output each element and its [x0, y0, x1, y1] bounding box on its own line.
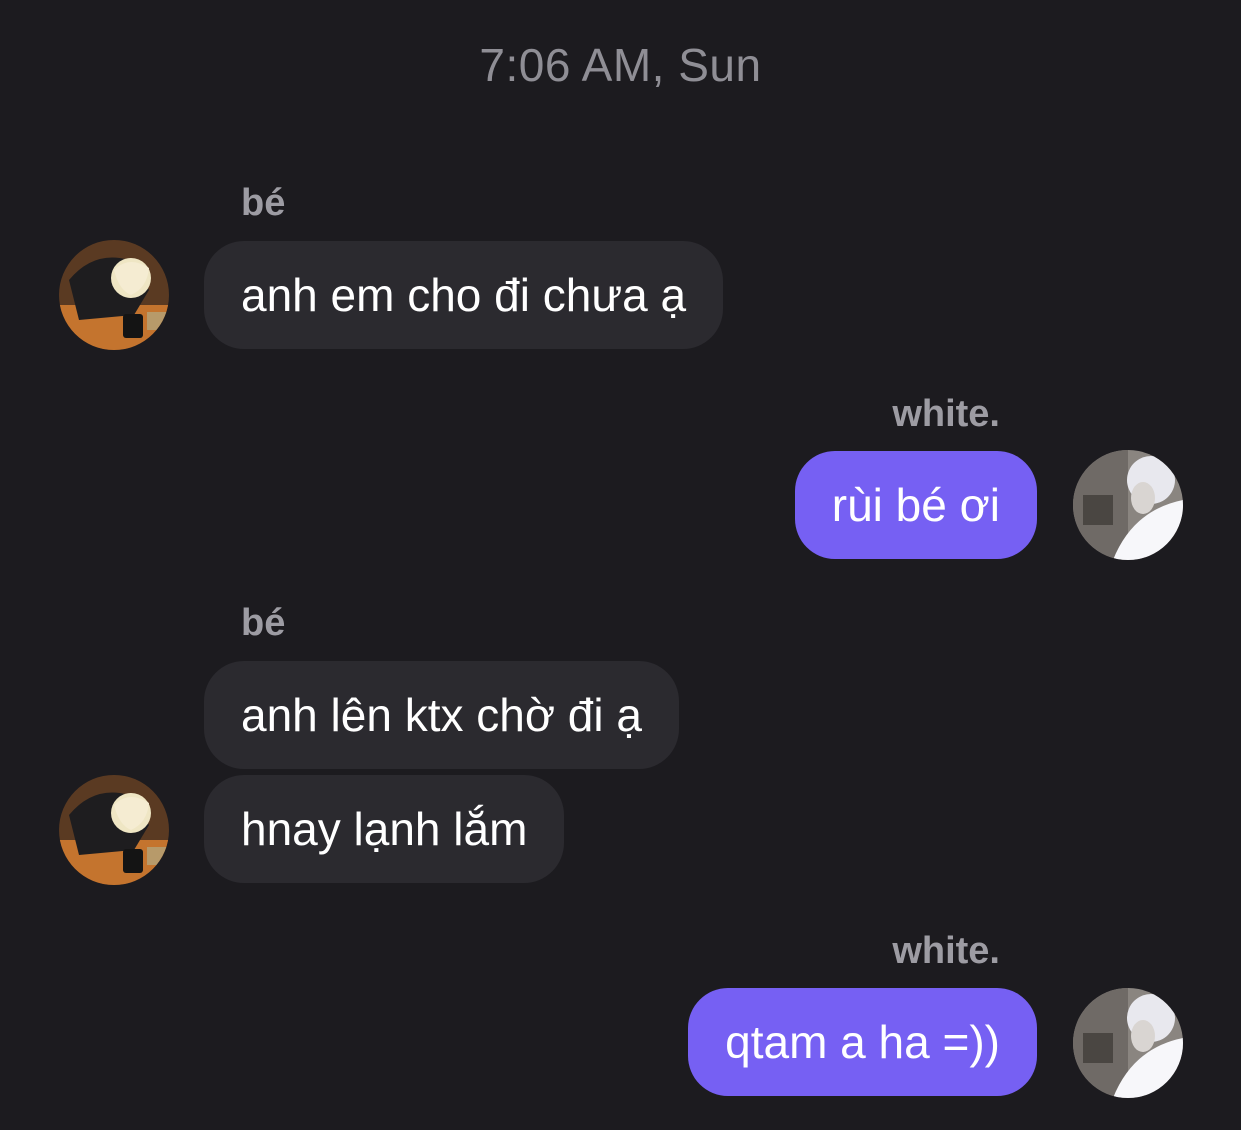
message-bubble-outgoing[interactable]: rùi bé ơi — [794, 451, 1037, 559]
message-text: anh em cho đi chưa ạ — [241, 269, 687, 321]
message-bubble-incoming[interactable]: hnay lạnh lắm — [204, 775, 565, 883]
message-text: hnay lạnh lắm — [241, 803, 528, 855]
sender-name-be: bé — [241, 602, 286, 644]
message-bubble-incoming[interactable]: anh lên ktx chờ đi ạ — [204, 661, 679, 769]
sender-name-white: white. — [892, 930, 1000, 972]
sender-name-white: white. — [892, 393, 1000, 435]
message-text: anh lên ktx chờ đi ạ — [241, 689, 642, 741]
sender-name-be: bé — [241, 182, 286, 224]
avatar-be-icon[interactable] — [59, 775, 169, 885]
chat-timestamp: 7:06 AM, Sun — [479, 39, 762, 91]
message-bubble-outgoing[interactable]: qtam a ha =)) — [688, 988, 1037, 1096]
avatar-white-icon[interactable] — [1073, 450, 1183, 560]
avatar-be-icon[interactable] — [59, 240, 169, 350]
avatar-white-icon[interactable] — [1073, 988, 1183, 1098]
message-bubble-incoming[interactable]: anh em cho đi chưa ạ — [204, 241, 724, 349]
message-text: rùi bé ơi — [831, 479, 1000, 531]
message-text: qtam a ha =)) — [725, 1016, 1000, 1068]
